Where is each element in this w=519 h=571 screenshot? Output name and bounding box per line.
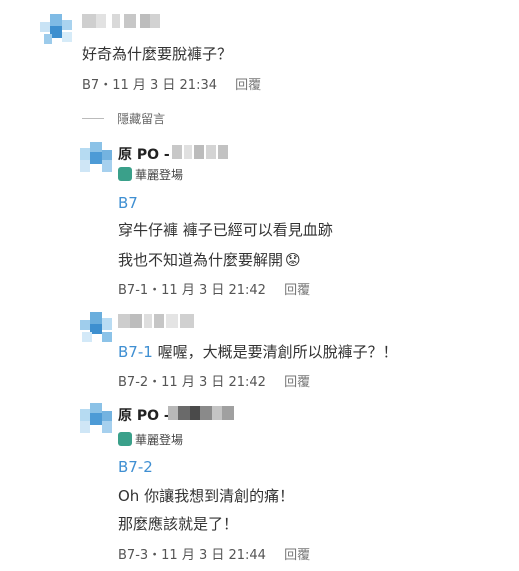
reply-button[interactable]: 回覆 [235, 78, 261, 93]
username-blurred [168, 406, 234, 420]
reply-meta: B7-2・11 月 3 日 21:42 回覆 [118, 371, 310, 390]
avatar[interactable] [40, 14, 72, 46]
author-name: 原 PO - [118, 144, 170, 164]
author-prefix: 原 PO - [118, 147, 170, 163]
reply-reference-link[interactable]: B7 [118, 194, 138, 212]
username-blurred [172, 145, 228, 159]
reply-meta-text: B7-1・11 月 3 日 21:42 [118, 283, 266, 298]
badge-label: 華麗登場 [135, 168, 184, 182]
reply-reference-link[interactable]: B7-2 [118, 458, 153, 476]
reply-text: 穿牛仔褲 褲子已經可以看見血跡 [118, 221, 333, 239]
username-blurred [118, 314, 198, 328]
reply-button[interactable]: 回覆 [284, 283, 310, 298]
comment-meta: B7・11 月 3 日 21:34 回覆 [82, 74, 261, 93]
reply-reference-link[interactable]: B7-1 [118, 343, 153, 361]
reply-button[interactable]: 回覆 [284, 375, 310, 390]
reply-text-line: 我也不知道為什麼要解開 [118, 251, 284, 269]
reply-meta-text: B7-3・11 月 3 日 21:44 [118, 548, 266, 563]
badge-icon [118, 167, 132, 181]
reply-meta: B7-3・11 月 3 日 21:44 回覆 [118, 544, 310, 563]
author-name: 原 PO - [118, 405, 170, 425]
reply-text: 那麼應該就是了！ [118, 515, 239, 533]
reply-meta-text: B7-2・11 月 3 日 21:42 [118, 375, 266, 390]
reply-meta: B7-1・11 月 3 日 21:42 回覆 [118, 279, 310, 298]
divider-line [82, 118, 104, 119]
reply-text: Oh 你讓我想到清創的痛！ [118, 487, 295, 505]
reply-button[interactable]: 回覆 [284, 548, 310, 563]
reply-text-line: 喔喔，大概是要清創所以脫褲子？！ [152, 343, 398, 361]
avatar[interactable] [80, 312, 112, 344]
hide-comments-toggle[interactable]: 隱藏留言 [82, 108, 165, 127]
worried-face-icon: 😟 [285, 251, 301, 269]
username-blurred [82, 14, 162, 28]
reply-text: 我也不知道為什麼要解開 😟 [118, 250, 301, 270]
user-badge: 華麗登場 [118, 429, 183, 448]
avatar[interactable] [80, 142, 112, 174]
badge-icon [118, 432, 132, 446]
author-prefix: 原 PO - [118, 408, 170, 424]
badge-label: 華麗登場 [135, 433, 184, 447]
comment-text: 好奇為什麼要脫褲子？ [82, 45, 233, 63]
comment-meta-text: B7・11 月 3 日 21:34 [82, 78, 217, 93]
avatar[interactable] [80, 403, 112, 435]
user-badge: 華麗登場 [118, 164, 183, 183]
hide-comments-label: 隱藏留言 [117, 112, 166, 126]
reply-text: B7-1 喔喔，大概是要清創所以脫褲子？！ [118, 342, 398, 362]
